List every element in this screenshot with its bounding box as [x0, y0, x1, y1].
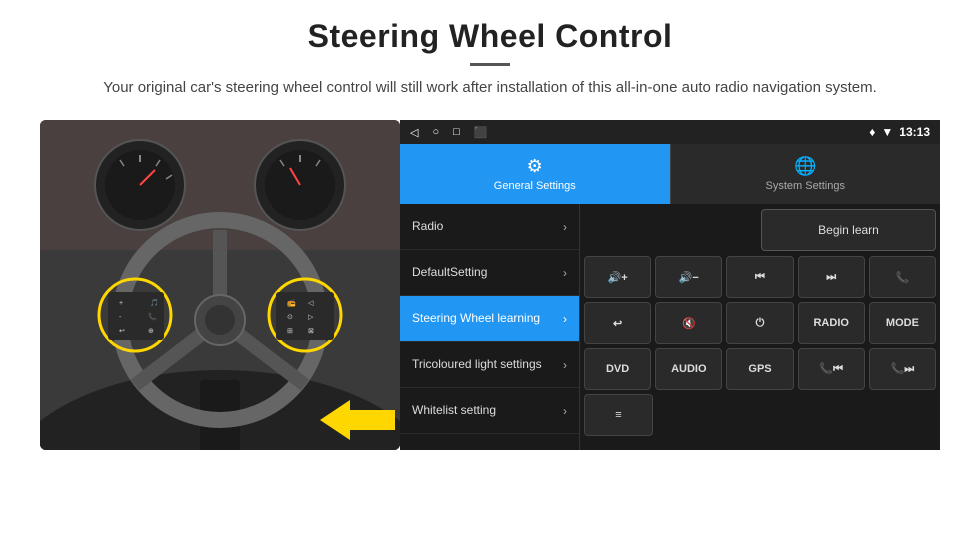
status-bar-info: ♦ ▼ 13:13 [869, 125, 930, 139]
prev-track-icon: 📞⏮ [819, 362, 843, 376]
svg-text:⊕: ⊕ [148, 328, 154, 335]
back-nav-icon[interactable]: ◁ [410, 126, 418, 139]
next-track-button[interactable]: 📞⏭ [869, 348, 936, 390]
recents-nav-icon[interactable]: □ [453, 126, 460, 138]
prev-track-button[interactable]: 📞⏮ [798, 348, 865, 390]
android-ui: ◁ ○ □ ⬛ ♦ ▼ 13:13 ⚙ General Settings [400, 120, 940, 450]
next-track-icon: 📞⏭ [891, 362, 915, 376]
menu-list: Radio › DefaultSetting › Steering Wheel … [400, 204, 580, 450]
empty-space-2 [657, 394, 724, 436]
menu-tricoloured-label: Tricoloured light settings [412, 357, 563, 373]
vol-down-icon: 🔊− [679, 271, 699, 284]
tab-system-settings[interactable]: 🌐 System Settings [670, 144, 941, 204]
svg-text:⊞: ⊞ [287, 328, 293, 335]
menu-whitelist-label: Whitelist setting [412, 403, 563, 419]
ctrl-row-5: ≡ [584, 394, 936, 436]
vol-down-button[interactable]: 🔊− [655, 256, 722, 298]
prev-button[interactable]: ⏮ [726, 256, 793, 298]
globe-icon: 🌐 [794, 156, 816, 177]
page-subtitle: Your original car's steering wheel contr… [103, 76, 877, 100]
menu-nav-icon[interactable]: ⬛ [474, 126, 488, 139]
title-section: Steering Wheel Control Your original car… [103, 18, 877, 114]
empty-space-3 [728, 394, 795, 436]
menu-area: Radio › DefaultSetting › Steering Wheel … [400, 204, 940, 450]
clock: 13:13 [899, 125, 930, 139]
arrow-icon-default: › [563, 266, 567, 280]
phone-icon: 📞 [896, 271, 910, 284]
mode-label: MODE [886, 317, 919, 329]
phone-button[interactable]: 📞 [869, 256, 936, 298]
begin-learn-button[interactable]: Begin learn [761, 209, 936, 251]
svg-text:▷: ▷ [308, 314, 314, 321]
page-container: Steering Wheel Control Your original car… [0, 0, 980, 549]
ctrl-row-4: DVD AUDIO GPS 📞⏮ 📞⏭ [584, 348, 936, 390]
vol-up-button[interactable]: 🔊+ [584, 256, 651, 298]
dvd-button[interactable]: DVD [584, 348, 651, 390]
menu-item-whitelist[interactable]: Whitelist setting › [400, 388, 579, 434]
ctrl-row-3: ↩ 🔇 ⏻ RADIO MODE [584, 302, 936, 344]
power-button[interactable]: ⏻ [726, 302, 793, 344]
arrow-icon-tricoloured: › [563, 358, 567, 372]
tab-general-settings[interactable]: ⚙ General Settings [400, 144, 670, 204]
power-icon: ⏻ [756, 317, 765, 330]
arrow-icon-radio: › [563, 220, 567, 234]
svg-text:🎵: 🎵 [150, 298, 159, 307]
tab-bar: ⚙ General Settings 🌐 System Settings [400, 144, 940, 204]
arrow-icon-steering: › [563, 312, 567, 326]
menu-item-tricoloured[interactable]: Tricoloured light settings › [400, 342, 579, 388]
back-button[interactable]: ↩ [584, 302, 651, 344]
menu-item-default[interactable]: DefaultSetting › [400, 250, 579, 296]
ctrl-row-2: 🔊+ 🔊− ⏮ ⏭ 📞 [584, 256, 936, 298]
audio-label: AUDIO [671, 363, 706, 375]
svg-text:↩: ↩ [119, 328, 125, 335]
menu-radio-label: Radio [412, 219, 563, 235]
page-title: Steering Wheel Control [103, 18, 877, 55]
title-divider [470, 63, 510, 66]
audio-button[interactable]: AUDIO [655, 348, 722, 390]
radio-button[interactable]: RADIO [798, 302, 865, 344]
menu-item-steering[interactable]: Steering Wheel learning › [400, 296, 579, 342]
steering-wheel-image: + 🎵 - ↩ 📞 ⊕ 📻 ◁ ⊙ ▷ ⊞ ⊠ [40, 120, 400, 450]
radio-label: RADIO [813, 317, 848, 329]
menu-steering-label: Steering Wheel learning [412, 311, 563, 327]
menu-default-label: DefaultSetting [412, 265, 563, 281]
content-row: + 🎵 - ↩ 📞 ⊕ 📻 ◁ ⊙ ▷ ⊞ ⊠ [40, 120, 940, 450]
svg-text:📞: 📞 [148, 312, 157, 321]
mode-button[interactable]: MODE [869, 302, 936, 344]
ctrl-row-1: Begin learn [584, 208, 936, 252]
gps-button[interactable]: GPS [726, 348, 793, 390]
tab-system-label: System Settings [766, 180, 845, 192]
list-button[interactable]: ≡ [584, 394, 653, 436]
svg-text:⊠: ⊠ [308, 328, 314, 335]
mute-icon: 🔇 [682, 317, 696, 330]
next-button[interactable]: ⏭ [798, 256, 865, 298]
control-panel: Begin learn 🔊+ 🔊− ⏮ [580, 204, 940, 450]
empty-space-1 [584, 209, 757, 251]
menu-item-radio[interactable]: Radio › [400, 204, 579, 250]
back-icon: ↩ [613, 317, 622, 330]
gear-icon: ⚙ [527, 156, 543, 177]
tab-general-label: General Settings [494, 180, 576, 192]
prev-icon: ⏮ [755, 271, 765, 284]
dvd-label: DVD [606, 363, 629, 375]
svg-text:◁: ◁ [308, 300, 314, 307]
svg-text:📻: 📻 [287, 299, 296, 307]
location-icon: ♦ [869, 125, 875, 139]
status-bar-nav: ◁ ○ □ ⬛ [410, 126, 487, 139]
svg-text:⊙: ⊙ [287, 314, 293, 321]
home-nav-icon[interactable]: ○ [432, 126, 439, 138]
next-icon: ⏭ [826, 271, 836, 284]
list-icon: ≡ [615, 409, 621, 421]
signal-icon: ▼ [881, 125, 893, 139]
empty-space-5 [869, 394, 936, 436]
empty-space-4 [798, 394, 865, 436]
gps-label: GPS [748, 363, 771, 375]
arrow-icon-whitelist: › [563, 404, 567, 418]
status-bar: ◁ ○ □ ⬛ ♦ ▼ 13:13 [400, 120, 940, 144]
mute-button[interactable]: 🔇 [655, 302, 722, 344]
svg-text:+: + [119, 300, 123, 307]
vol-up-icon: 🔊+ [608, 271, 628, 284]
